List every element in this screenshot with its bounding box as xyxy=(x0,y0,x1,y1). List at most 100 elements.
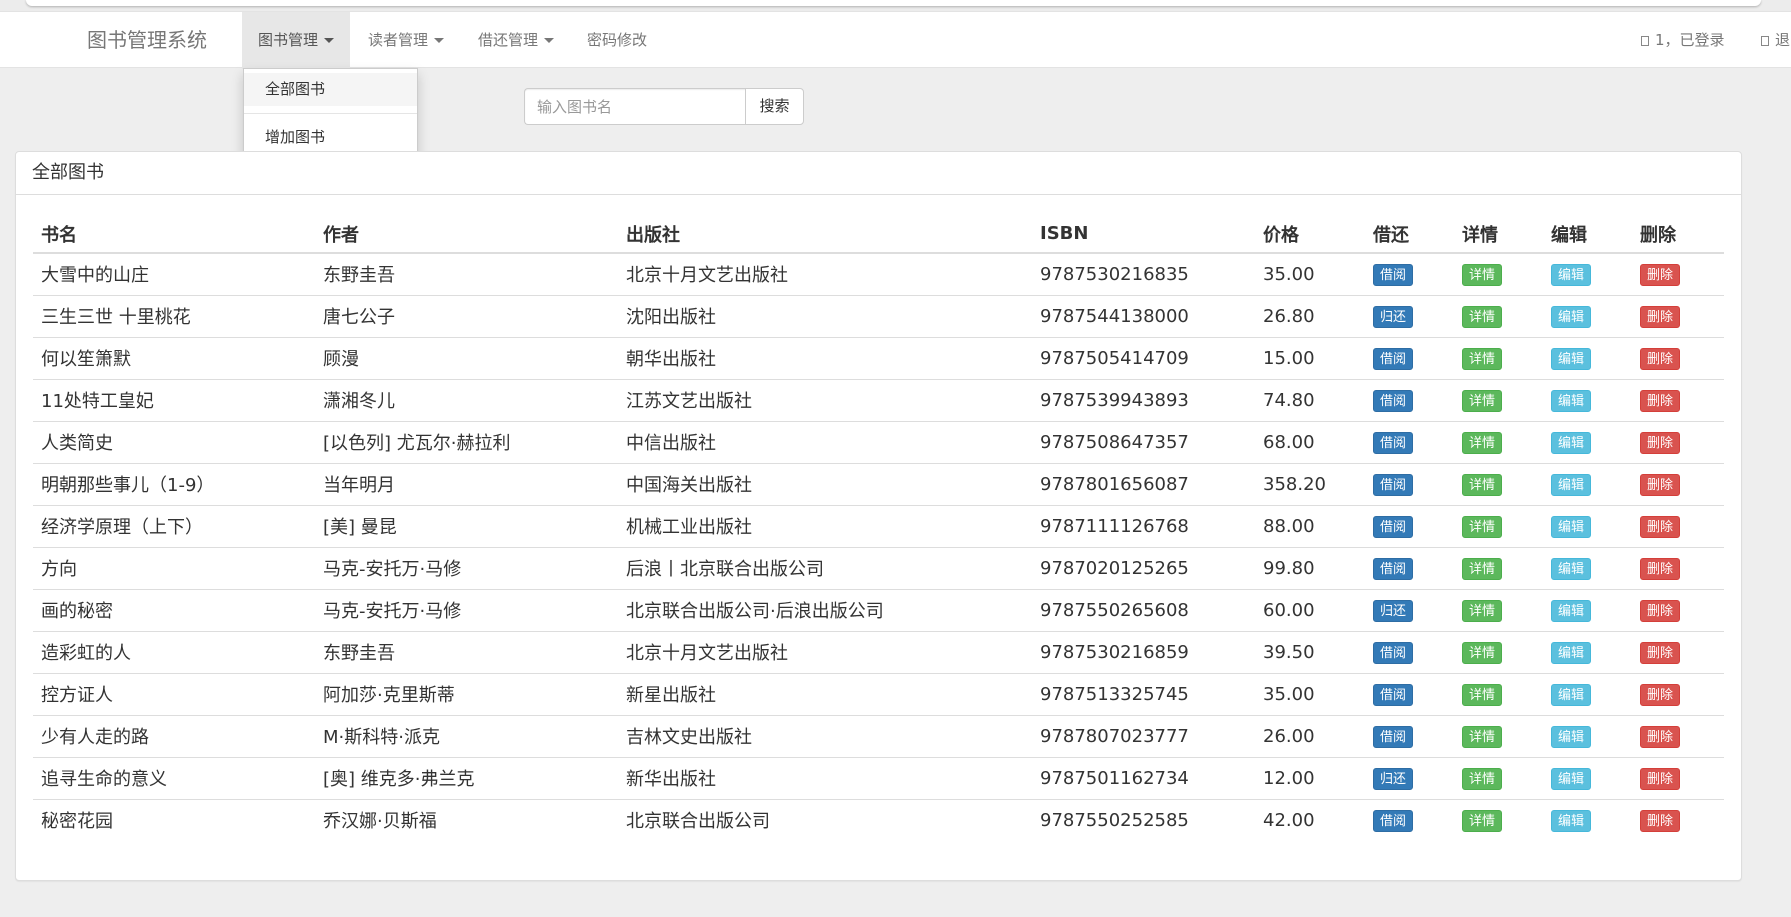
delete-button[interactable]: 删除 xyxy=(1640,473,1680,496)
table-row: 三生三世 十里桃花 唐七公子 沈阳出版社 9787544138000 26.80 归还 详情… xyxy=(33,294,1724,337)
nav-borrow-management[interactable]: 借还管理 xyxy=(462,12,570,69)
header-edit: 编辑 xyxy=(1543,215,1632,254)
cell-borrow: 借阅 xyxy=(1365,504,1454,547)
table-row: 少有人走的路 M·斯科特·派克 吉林文史出版社 9787807023777 26.00 借… xyxy=(33,714,1724,757)
detail-button[interactable]: 详情 xyxy=(1462,431,1502,454)
detail-button[interactable]: 详情 xyxy=(1462,515,1502,538)
edit-button[interactable]: 编辑 xyxy=(1551,683,1591,706)
cell-price: 74.80 xyxy=(1255,378,1365,421)
detail-button[interactable]: 详情 xyxy=(1462,725,1502,748)
cell-borrow: 借阅 xyxy=(1365,546,1454,589)
user-status[interactable]: 1，已登录 xyxy=(1641,12,1725,69)
borrow-button[interactable]: 借阅 xyxy=(1373,809,1413,832)
edit-button[interactable]: 编辑 xyxy=(1551,347,1591,370)
cell-publisher: 北京联合出版公司 xyxy=(618,798,1032,841)
detail-button[interactable]: 详情 xyxy=(1462,263,1502,286)
nav-reader-management[interactable]: 读者管理 xyxy=(352,12,460,69)
detail-button[interactable]: 详情 xyxy=(1462,557,1502,580)
logout-link[interactable]: 退 xyxy=(1761,12,1790,69)
delete-button[interactable]: 删除 xyxy=(1640,389,1680,412)
edit-button[interactable]: 编辑 xyxy=(1551,473,1591,496)
header-title: 书名 xyxy=(33,215,315,254)
borrow-button[interactable]: 借阅 xyxy=(1373,263,1413,286)
delete-button[interactable]: 删除 xyxy=(1640,305,1680,328)
cell-borrow: 借阅 xyxy=(1365,630,1454,673)
edit-button[interactable]: 编辑 xyxy=(1551,515,1591,538)
borrow-button[interactable]: 借阅 xyxy=(1373,641,1413,664)
edit-button[interactable]: 编辑 xyxy=(1551,305,1591,328)
table-row: 方向 马克-安托万·马修 后浪丨北京联合出版公司 9787020125265 99.80… xyxy=(33,546,1724,589)
detail-button[interactable]: 详情 xyxy=(1462,389,1502,412)
delete-button[interactable]: 删除 xyxy=(1640,263,1680,286)
delete-button[interactable]: 删除 xyxy=(1640,347,1680,370)
cell-isbn: 9787111126768 xyxy=(1032,504,1255,547)
return-button[interactable]: 归还 xyxy=(1373,767,1413,790)
delete-button[interactable]: 删除 xyxy=(1640,767,1680,790)
edit-button[interactable]: 编辑 xyxy=(1551,599,1591,622)
detail-button[interactable]: 详情 xyxy=(1462,473,1502,496)
cell-edit: 编辑 xyxy=(1543,378,1632,421)
caret-down-icon xyxy=(544,38,555,43)
edit-button[interactable]: 编辑 xyxy=(1551,641,1591,664)
borrow-button[interactable]: 借阅 xyxy=(1373,473,1413,496)
edit-button[interactable]: 编辑 xyxy=(1551,389,1591,412)
edit-button[interactable]: 编辑 xyxy=(1551,263,1591,286)
cell-price: 35.00 xyxy=(1255,252,1365,295)
borrow-button[interactable]: 借阅 xyxy=(1373,389,1413,412)
cell-publisher: 新星出版社 xyxy=(618,672,1032,715)
detail-button[interactable]: 详情 xyxy=(1462,641,1502,664)
header-delete: 删除 xyxy=(1632,215,1724,254)
nav-borrow-management-label: 借还管理 xyxy=(478,31,539,49)
detail-button[interactable]: 详情 xyxy=(1462,809,1502,832)
nav-password-change[interactable]: 密码修改 xyxy=(571,12,663,69)
detail-button[interactable]: 详情 xyxy=(1462,599,1502,622)
nav-book-management[interactable]: 图书管理 xyxy=(242,12,351,69)
cell-isbn: 9787801656087 xyxy=(1032,462,1255,505)
borrow-button[interactable]: 借阅 xyxy=(1373,725,1413,748)
borrow-button[interactable]: 借阅 xyxy=(1373,557,1413,580)
cell-delete: 删除 xyxy=(1632,252,1724,295)
cell-publisher: 中国海关出版社 xyxy=(618,462,1032,505)
delete-button[interactable]: 删除 xyxy=(1640,431,1680,454)
logout-icon xyxy=(1761,36,1769,46)
edit-button[interactable]: 编辑 xyxy=(1551,809,1591,832)
edit-button[interactable]: 编辑 xyxy=(1551,767,1591,790)
table-row: 人类简史 [以色列] 尤瓦尔·赫拉利 中信出版社 9787508647357 68.00… xyxy=(33,420,1724,463)
edit-button[interactable]: 编辑 xyxy=(1551,725,1591,748)
edit-button[interactable]: 编辑 xyxy=(1551,557,1591,580)
cell-edit: 编辑 xyxy=(1543,546,1632,589)
search-button[interactable]: 搜索 xyxy=(745,88,804,125)
detail-button[interactable]: 详情 xyxy=(1462,305,1502,328)
brand-title[interactable]: 图书管理系统 xyxy=(87,12,207,69)
delete-button[interactable]: 删除 xyxy=(1640,809,1680,832)
caret-down-icon xyxy=(324,38,335,43)
borrow-button[interactable]: 借阅 xyxy=(1373,431,1413,454)
edit-button[interactable]: 编辑 xyxy=(1551,431,1591,454)
dropdown-item-add-book[interactable]: 增加图书 xyxy=(244,121,417,154)
cell-delete: 删除 xyxy=(1632,714,1724,757)
cell-edit: 编辑 xyxy=(1543,294,1632,337)
search-input[interactable] xyxy=(524,88,746,125)
detail-button[interactable]: 详情 xyxy=(1462,683,1502,706)
cell-title: 追寻生命的意义 xyxy=(33,756,315,799)
cell-author: 当年明月 xyxy=(315,462,618,505)
delete-button[interactable]: 删除 xyxy=(1640,557,1680,580)
delete-button[interactable]: 删除 xyxy=(1640,683,1680,706)
detail-button[interactable]: 详情 xyxy=(1462,347,1502,370)
delete-button[interactable]: 删除 xyxy=(1640,641,1680,664)
dropdown-item-all-books[interactable]: 全部图书 xyxy=(244,73,417,106)
borrow-button[interactable]: 借阅 xyxy=(1373,515,1413,538)
delete-button[interactable]: 删除 xyxy=(1640,725,1680,748)
cell-author: 潇湘冬儿 xyxy=(315,378,618,421)
cell-isbn: 9787550252585 xyxy=(1032,798,1255,841)
return-button[interactable]: 归还 xyxy=(1373,599,1413,622)
detail-button[interactable]: 详情 xyxy=(1462,767,1502,790)
borrow-button[interactable]: 借阅 xyxy=(1373,347,1413,370)
cell-publisher: 北京十月文艺出版社 xyxy=(618,252,1032,295)
cell-author: 阿加莎·克里斯蒂 xyxy=(315,672,618,715)
return-button[interactable]: 归还 xyxy=(1373,305,1413,328)
delete-button[interactable]: 删除 xyxy=(1640,599,1680,622)
borrow-button[interactable]: 借阅 xyxy=(1373,683,1413,706)
delete-button[interactable]: 删除 xyxy=(1640,515,1680,538)
cell-borrow: 借阅 xyxy=(1365,420,1454,463)
